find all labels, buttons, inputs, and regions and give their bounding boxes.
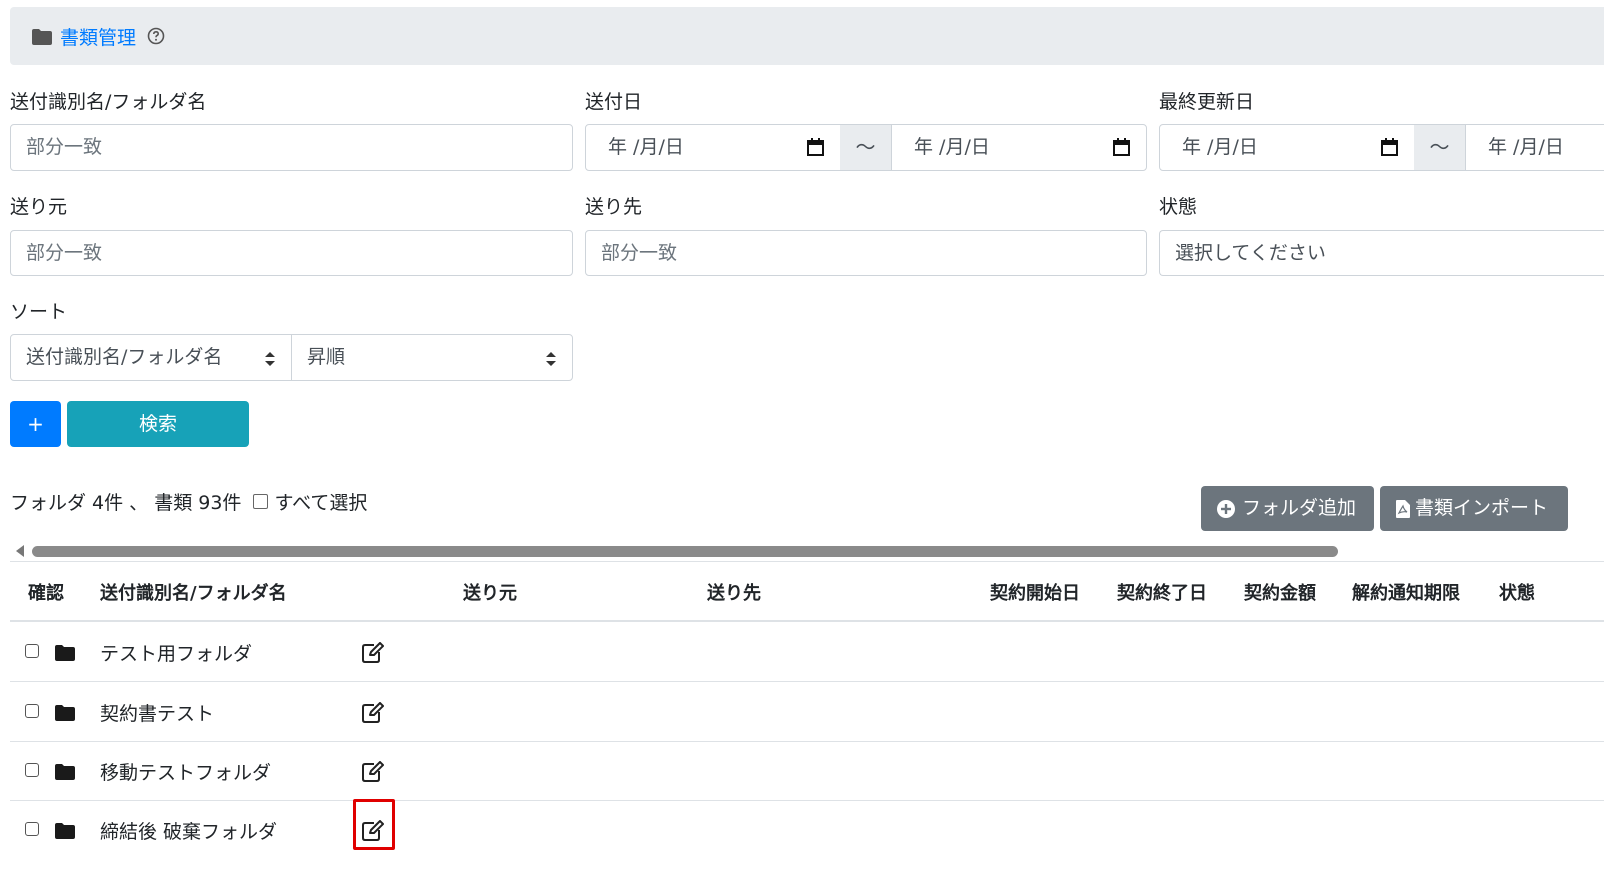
last-updated-to-input[interactable]: 年 /月/日: [1465, 124, 1604, 171]
edit-icon[interactable]: [362, 642, 384, 663]
import-documents-label: 書類インポート: [1415, 497, 1549, 519]
range-separator: ～: [1414, 124, 1465, 171]
folder-name[interactable]: 契約書テスト: [100, 699, 214, 726]
edit-icon[interactable]: [362, 702, 384, 723]
folder-icon: [55, 764, 75, 780]
sort-label: ソート: [10, 301, 68, 323]
edit-icon[interactable]: [362, 761, 384, 782]
from-label: 送り元: [10, 196, 68, 218]
sort-order-value: 昇順: [307, 346, 346, 368]
folder-icon: [55, 705, 75, 721]
result-counts: フォルダ 4件 、 書類 93件: [10, 492, 242, 514]
row-checkbox[interactable]: [25, 763, 39, 777]
horizontal-scrollbar[interactable]: [32, 546, 1338, 557]
col-header-from: 送り元: [463, 583, 517, 604]
sort-field-select[interactable]: 送付識別名/フォルダ名: [10, 334, 292, 381]
calendar-icon[interactable]: [807, 138, 824, 156]
from-input[interactable]: 部分一致: [10, 230, 573, 276]
send-date-label: 送付日: [585, 91, 643, 113]
folder-name[interactable]: 移動テストフォルダ: [100, 758, 271, 785]
col-header-confirm: 確認: [28, 583, 64, 604]
to-label: 送り先: [585, 196, 643, 218]
range-separator: ～: [840, 124, 891, 171]
select-all-label[interactable]: すべて選択: [274, 492, 367, 514]
result-summary: フォルダ 4件 、 書類 93件 すべて選択: [10, 488, 367, 515]
calendar-icon[interactable]: [1113, 138, 1130, 156]
folder-icon: [55, 645, 75, 661]
table-row[interactable]: 締結後 破棄フォルダ: [10, 800, 1604, 860]
date-placeholder: 年 /月/日: [608, 136, 684, 158]
col-header-status: 状態: [1499, 583, 1535, 604]
folder-icon: [55, 823, 75, 839]
col-header-start-date: 契約開始日: [990, 583, 1080, 604]
pdf-file-icon: [1396, 500, 1410, 518]
row-checkbox[interactable]: [25, 644, 39, 658]
sort-caret-icon: [265, 352, 275, 366]
sender-id-label: 送付識別名/フォルダ名: [10, 91, 207, 113]
folder-name[interactable]: テスト用フォルダ: [100, 639, 252, 666]
folder-name[interactable]: 締結後 破棄フォルダ: [100, 817, 277, 844]
folder-icon: [32, 29, 52, 45]
row-checkbox[interactable]: [25, 822, 39, 836]
question-circle-icon[interactable]: [147, 27, 165, 45]
date-placeholder: 年 /月/日: [1488, 136, 1564, 158]
table-row[interactable]: テスト用フォルダ: [10, 622, 1604, 682]
date-placeholder: 年 /月/日: [914, 136, 990, 158]
search-button[interactable]: 検索: [67, 401, 249, 447]
table-row[interactable]: 移動テストフォルダ: [10, 741, 1604, 801]
col-header-name: 送付識別名/フォルダ名: [100, 583, 287, 604]
add-folder-label: フォルダ追加: [1242, 497, 1357, 519]
status-select[interactable]: 選択してください: [1159, 230, 1604, 276]
send-date-to-input[interactable]: 年 /月/日: [891, 124, 1147, 171]
date-placeholder: 年 /月/日: [1182, 136, 1258, 158]
sort-order-select[interactable]: 昇順: [291, 334, 573, 381]
col-header-cancel-deadline: 解約通知期限: [1352, 583, 1460, 604]
row-checkbox[interactable]: [25, 704, 39, 718]
sender-id-input[interactable]: 部分一致: [10, 124, 573, 171]
send-date-from-input[interactable]: 年 /月/日: [585, 124, 841, 171]
col-header-end-date: 契約終了日: [1117, 583, 1207, 604]
table-top-divider: [10, 561, 1604, 562]
last-updated-from-input[interactable]: 年 /月/日: [1159, 124, 1415, 171]
table-row[interactable]: 契約書テスト: [10, 682, 1604, 742]
select-all-checkbox[interactable]: [253, 494, 269, 509]
col-header-amount: 契約金額: [1244, 583, 1316, 604]
to-input[interactable]: 部分一致: [585, 230, 1147, 276]
page-title[interactable]: 書類管理: [60, 23, 136, 50]
import-documents-button[interactable]: 書類インポート: [1380, 486, 1568, 531]
scroll-left-icon[interactable]: [15, 545, 25, 557]
page-header: 書類管理: [10, 7, 1604, 65]
sort-field-value: 送付識別名/フォルダ名: [26, 346, 223, 368]
col-header-to: 送り先: [707, 583, 761, 604]
sort-caret-icon: [546, 352, 556, 366]
highlight-box: [353, 799, 395, 850]
add-folder-button[interactable]: フォルダ追加: [1201, 486, 1374, 531]
plus-circle-icon: [1217, 500, 1235, 518]
calendar-icon[interactable]: [1381, 138, 1398, 156]
last-updated-label: 最終更新日: [1159, 91, 1255, 113]
status-label: 状態: [1159, 196, 1198, 218]
add-condition-button[interactable]: +: [10, 401, 61, 447]
